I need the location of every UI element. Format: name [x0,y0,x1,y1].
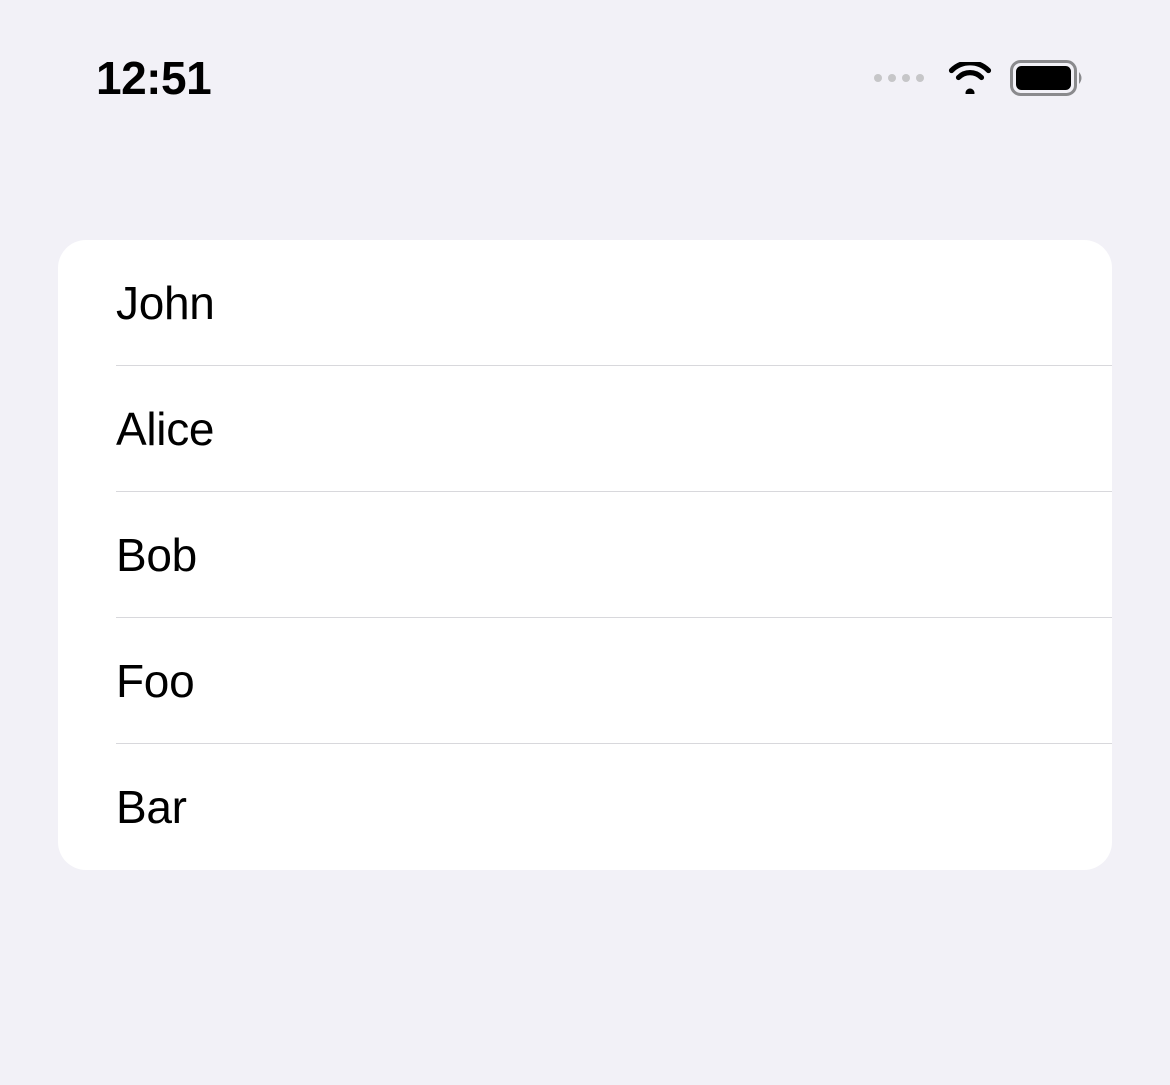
list-item[interactable]: Foo [58,618,1112,744]
battery-icon [1010,60,1086,96]
list-item-label: Bar [116,781,187,833]
list-item[interactable]: Bar [58,744,1112,870]
list-card: John Alice Bob Foo Bar [58,240,1112,870]
list-item-label: John [116,277,215,329]
list-item-label: Foo [116,655,194,707]
list-item[interactable]: John [58,240,1112,366]
status-bar: 12:51 [0,0,1170,110]
list-item-label: Alice [116,403,214,455]
list-item[interactable]: Bob [58,492,1112,618]
wifi-icon [948,62,992,94]
status-time: 12:51 [96,51,211,105]
cellular-dots-icon [874,74,924,82]
list-item[interactable]: Alice [58,366,1112,492]
list-item-label: Bob [116,529,197,581]
status-indicators [874,60,1086,96]
